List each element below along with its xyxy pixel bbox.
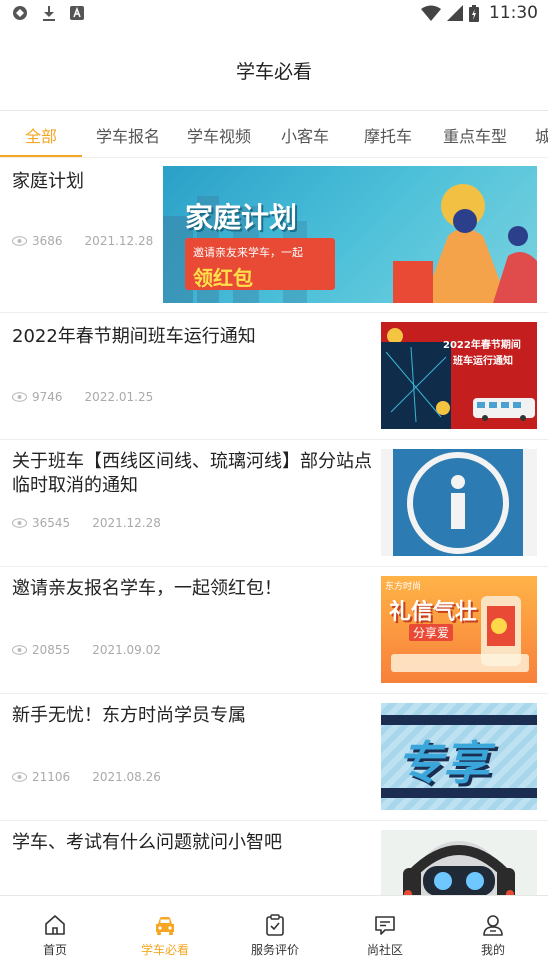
thumbnail-headline: 2022年春节期间 (443, 340, 521, 351)
wifi-icon (421, 5, 441, 21)
nav-home[interactable]: 首页 (0, 896, 110, 972)
view-count: 3686 (32, 234, 63, 248)
tab-enroll[interactable]: 学车报名 (96, 123, 160, 147)
view-count: 21106 (32, 770, 71, 784)
signal-icon (447, 5, 463, 21)
tab-videos[interactable]: 学车视频 (187, 123, 251, 147)
thumbnail-subtitle: 分享爱 (409, 624, 454, 641)
tab-key-vehicles[interactable]: 重点车型 (443, 123, 507, 147)
chat-icon (375, 916, 395, 935)
article-title: 家庭计划 (12, 171, 84, 192)
article-date: 2021.12.28 (84, 234, 154, 248)
eye-icon (12, 645, 27, 655)
thumbnail-headline: 礼信气壮 (389, 600, 478, 625)
tab-all[interactable]: 全部 (25, 123, 57, 147)
article-thumbnail: 家庭计划 邀请亲友来学车，一起 领红包 (163, 166, 537, 303)
article-date: 2022.01.25 (84, 390, 154, 404)
article-thumbnail (381, 830, 537, 895)
clipboard-check-icon (266, 914, 284, 936)
page-title: 学车必看 (235, 61, 312, 83)
article-title: 2022年春节期间班车运行通知 (12, 326, 256, 347)
thumbnail-headline: 家庭计划 (185, 201, 298, 234)
article-thumbnail: 2022年春节期间 班车运行通知 (381, 322, 537, 429)
view-count: 9746 (32, 390, 63, 404)
article-item[interactable]: 邀请亲友报名学车，一起领红包！ 20855 2021.09.02 东方时尚 礼信… (0, 567, 548, 694)
thumbnail-subtitle: 班车运行通知 (453, 356, 513, 367)
eye-icon (12, 772, 27, 782)
thumbnail-brand: 东方时尚 (385, 582, 422, 592)
eye-icon (12, 518, 27, 528)
tab-car[interactable]: 小客车 (281, 123, 329, 147)
thumbnail-banner: 邀请亲友来学车，一起 领红包 (185, 238, 335, 290)
app-header: 学车必看 (0, 30, 548, 111)
thumbnail-stripe (381, 715, 537, 725)
clock: 11:30 (489, 3, 538, 23)
bottom-navigation: 首页 学车必看 服务评价 尚社区 我的 (0, 895, 548, 972)
article-meta: 21106 2021.08.26 (12, 770, 161, 784)
article-thumbnail (381, 449, 537, 556)
status-bar: 11:30 (0, 0, 548, 30)
article-item[interactable]: 关于班车【西线区间线、琉璃河线】部分站点临时取消的通知 36545 2021.1… (0, 440, 548, 567)
article-title: 学车、考试有什么问题就问小智吧 (12, 832, 282, 853)
article-title: 关于班车【西线区间线、琉璃河线】部分站点临时取消的通知 (12, 451, 372, 496)
nav-label: 首页 (42, 943, 67, 957)
eye-icon (12, 392, 27, 402)
car-icon (156, 917, 174, 935)
nav-profile[interactable]: 我的 (438, 896, 548, 972)
nav-learn[interactable]: 学车必看 (110, 896, 220, 972)
article-thumbnail: 东方时尚 礼信气壮 分享爱 (381, 576, 537, 683)
home-icon (45, 915, 65, 935)
user-icon (483, 915, 503, 936)
nav-label: 服务评价 (250, 943, 299, 957)
article-title: 新手无忧！东方时尚学员专属 (12, 705, 246, 726)
battery-icon (469, 4, 479, 22)
article-meta: 3686 2021.12.28 (12, 234, 153, 248)
thumbnail-headline: 专享 (397, 736, 489, 790)
eye-icon (12, 236, 27, 246)
category-tabs: 全部 学车报名 学车视频 小客车 摩托车 重点车型 城 (0, 111, 548, 157)
tab-motorcycle[interactable]: 摩托车 (364, 123, 412, 147)
app-notification-icon (70, 6, 84, 20)
article-meta: 36545 2021.12.28 (12, 516, 161, 530)
article-date: 2021.09.02 (92, 643, 161, 657)
article-item[interactable]: 学车、考试有什么问题就问小智吧 (0, 821, 548, 895)
article-item[interactable]: 2022年春节期间班车运行通知 9746 2022.01.25 2022年春节期… (0, 313, 548, 440)
article-date: 2021.08.26 (92, 770, 161, 784)
sync-icon (13, 6, 27, 20)
article-item[interactable]: 家庭计划 3686 2021.12.28 家庭计划 邀请亲友来学车，一起 领红包 (0, 158, 548, 313)
thumbnail-subtitle: 邀请亲友来学车，一起 (193, 246, 303, 259)
article-thumbnail: 专享 (381, 703, 537, 810)
tab-city[interactable]: 城 (535, 123, 548, 147)
view-count: 20855 (32, 643, 71, 657)
nav-label: 学车必看 (140, 943, 189, 957)
view-count: 36545 (32, 516, 71, 530)
download-icon (43, 6, 55, 21)
nav-label: 我的 (480, 943, 505, 957)
article-meta: 20855 2021.09.02 (12, 643, 161, 657)
article-meta: 9746 2022.01.25 (12, 390, 153, 404)
article-item[interactable]: 新手无忧！东方时尚学员专属 21106 2021.08.26 专享 (0, 694, 548, 821)
thumbnail-badge: 领红包 (193, 266, 253, 290)
nav-service-review[interactable]: 服务评价 (220, 896, 330, 972)
article-date: 2021.12.28 (92, 516, 161, 530)
nav-label: 尚社区 (366, 943, 403, 957)
article-title: 邀请亲友报名学车，一起领红包！ (12, 578, 282, 599)
nav-community[interactable]: 尚社区 (330, 896, 440, 972)
